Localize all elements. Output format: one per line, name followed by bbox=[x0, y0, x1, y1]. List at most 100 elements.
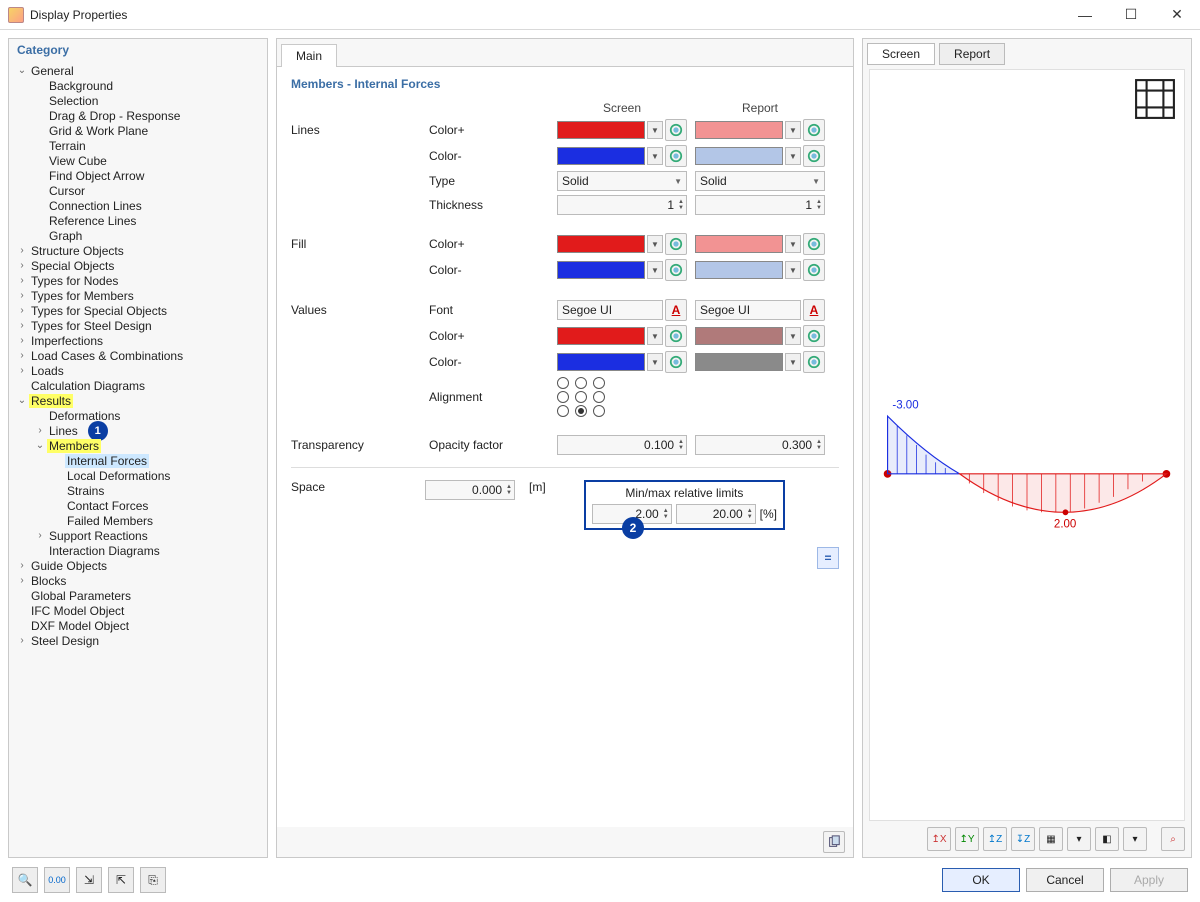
tree-item[interactable]: ·Connection Lines bbox=[9, 198, 267, 213]
search-icon[interactable]: 🔍 bbox=[12, 867, 38, 893]
ok-button[interactable]: OK bbox=[942, 868, 1020, 892]
color-picker-icon[interactable] bbox=[665, 145, 687, 167]
close-button[interactable]: ✕ bbox=[1154, 0, 1200, 30]
fill-report-color-plus[interactable] bbox=[695, 235, 783, 253]
view-neg-z-icon[interactable]: ↧Z bbox=[1011, 827, 1035, 851]
values-report-color-plus[interactable] bbox=[695, 327, 783, 345]
tree-item[interactable]: ›Support Reactions bbox=[9, 528, 267, 543]
tree-item[interactable]: ›Types for Special Objects bbox=[9, 303, 267, 318]
view-x-icon[interactable]: ↥X bbox=[927, 827, 951, 851]
cancel-button[interactable]: Cancel bbox=[1026, 868, 1104, 892]
copy-icon[interactable]: ⎘ bbox=[140, 867, 166, 893]
font-icon[interactable]: A bbox=[803, 299, 825, 321]
chevron-down-icon[interactable]: ▼ bbox=[647, 147, 663, 165]
tree-item[interactable]: ›Steel Design bbox=[9, 633, 267, 648]
font-icon[interactable]: A bbox=[665, 299, 687, 321]
iso-view-dropdown-icon[interactable]: ▾ bbox=[1067, 827, 1091, 851]
chevron-down-icon[interactable]: ▼ bbox=[785, 327, 801, 345]
tree-item[interactable]: ›Structure Objects bbox=[9, 243, 267, 258]
color-picker-icon[interactable] bbox=[665, 351, 687, 373]
color-picker-icon[interactable] bbox=[665, 233, 687, 255]
chevron-down-icon[interactable]: ▼ bbox=[785, 147, 801, 165]
lines-screen-color-plus[interactable] bbox=[557, 121, 645, 139]
values-screen-color-plus[interactable] bbox=[557, 327, 645, 345]
type-report-select[interactable]: Solid▼ bbox=[695, 171, 825, 191]
tree-item[interactable]: ·Background bbox=[9, 78, 267, 93]
opacity-screen-spin[interactable]: 0.100▲▼ bbox=[557, 435, 687, 455]
tree-item[interactable]: ›Imperfections bbox=[9, 333, 267, 348]
tree-item[interactable]: ·Grid & Work Plane bbox=[9, 123, 267, 138]
thickness-screen-spin[interactable]: 1▲▼ bbox=[557, 195, 687, 215]
chevron-down-icon[interactable]: ▼ bbox=[785, 235, 801, 253]
opacity-report-spin[interactable]: 0.300▲▼ bbox=[695, 435, 825, 455]
values-report-color-minus[interactable] bbox=[695, 353, 783, 371]
tree-item[interactable]: ›Lines1 bbox=[9, 423, 267, 438]
reset-view-icon[interactable]: ⌕ bbox=[1161, 827, 1185, 851]
tree-item[interactable]: ·Deformations bbox=[9, 408, 267, 423]
color-picker-icon[interactable] bbox=[803, 233, 825, 255]
values-screen-color-minus[interactable] bbox=[557, 353, 645, 371]
tree-item[interactable]: ·View Cube bbox=[9, 153, 267, 168]
tab-main[interactable]: Main bbox=[281, 44, 337, 67]
chevron-down-icon[interactable]: ▼ bbox=[785, 261, 801, 279]
tree-item[interactable]: ⌄Members bbox=[9, 438, 267, 453]
tree-item[interactable]: ⌄General bbox=[9, 63, 267, 78]
category-tree[interactable]: ⌄General·Background·Selection·Drag & Dro… bbox=[9, 61, 267, 857]
iso-view-icon[interactable]: ▦ bbox=[1039, 827, 1063, 851]
tree-item[interactable]: ·Global Parameters bbox=[9, 588, 267, 603]
tree-item[interactable]: ·Local Deformations bbox=[9, 468, 267, 483]
fill-screen-color-minus[interactable] bbox=[557, 261, 645, 279]
tree-item[interactable]: ·DXF Model Object bbox=[9, 618, 267, 633]
export-icon[interactable]: ⇱ bbox=[108, 867, 134, 893]
minimize-button[interactable]: — bbox=[1062, 0, 1108, 30]
tree-item[interactable]: ›Types for Steel Design bbox=[9, 318, 267, 333]
chevron-down-icon[interactable]: ▼ bbox=[647, 353, 663, 371]
color-picker-icon[interactable] bbox=[803, 259, 825, 281]
fill-screen-color-plus[interactable] bbox=[557, 235, 645, 253]
alignment-grid[interactable] bbox=[557, 377, 825, 417]
tree-item[interactable]: ›Special Objects bbox=[9, 258, 267, 273]
lines-screen-color-minus[interactable] bbox=[557, 147, 645, 165]
chevron-down-icon[interactable]: ▼ bbox=[647, 327, 663, 345]
font-report-select[interactable]: Segoe UI bbox=[695, 300, 801, 320]
chevron-down-icon[interactable]: ▼ bbox=[647, 261, 663, 279]
color-picker-icon[interactable] bbox=[803, 119, 825, 141]
import-icon[interactable]: ⇲ bbox=[76, 867, 102, 893]
color-picker-icon[interactable] bbox=[665, 119, 687, 141]
chevron-down-icon[interactable]: ▼ bbox=[647, 235, 663, 253]
color-picker-icon[interactable] bbox=[803, 145, 825, 167]
tree-item[interactable]: ·Calculation Diagrams bbox=[9, 378, 267, 393]
equals-button[interactable]: = bbox=[817, 547, 839, 569]
view-z-icon[interactable]: ↥Z bbox=[983, 827, 1007, 851]
lines-report-color-plus[interactable] bbox=[695, 121, 783, 139]
tree-item[interactable]: ·Graph bbox=[9, 228, 267, 243]
tree-item[interactable]: ·Find Object Arrow bbox=[9, 168, 267, 183]
fill-report-color-minus[interactable] bbox=[695, 261, 783, 279]
apply-button[interactable]: Apply bbox=[1110, 868, 1188, 892]
lines-report-color-minus[interactable] bbox=[695, 147, 783, 165]
tree-item[interactable]: ·Failed Members bbox=[9, 513, 267, 528]
color-picker-icon[interactable] bbox=[803, 325, 825, 347]
chevron-down-icon[interactable]: ▼ bbox=[647, 121, 663, 139]
tree-item[interactable]: ·Selection bbox=[9, 93, 267, 108]
preview-tab-report[interactable]: Report bbox=[939, 43, 1005, 65]
units-icon[interactable]: 0.00 bbox=[44, 867, 70, 893]
tree-item[interactable]: ·Strains bbox=[9, 483, 267, 498]
color-picker-icon[interactable] bbox=[803, 351, 825, 373]
tree-item[interactable]: ·Drag & Drop - Response bbox=[9, 108, 267, 123]
tree-item[interactable]: ›Load Cases & Combinations bbox=[9, 348, 267, 363]
tree-item[interactable]: ›Types for Nodes bbox=[9, 273, 267, 288]
tree-item[interactable]: ·IFC Model Object bbox=[9, 603, 267, 618]
tree-item[interactable]: ·Reference Lines bbox=[9, 213, 267, 228]
color-picker-icon[interactable] bbox=[665, 325, 687, 347]
space-spin[interactable]: 0.000▲▼ bbox=[425, 480, 515, 500]
tree-item[interactable]: ·Terrain bbox=[9, 138, 267, 153]
tree-item[interactable]: ›Blocks bbox=[9, 573, 267, 588]
limits-max-spin[interactable]: 20.00▲▼ bbox=[676, 504, 756, 524]
color-picker-icon[interactable] bbox=[665, 259, 687, 281]
copy-settings-icon[interactable] bbox=[823, 831, 845, 853]
chevron-down-icon[interactable]: ▼ bbox=[785, 121, 801, 139]
tree-item[interactable]: ⌄Results bbox=[9, 393, 267, 408]
cube-view-icon[interactable]: ◧ bbox=[1095, 827, 1119, 851]
type-screen-select[interactable]: Solid▼ bbox=[557, 171, 687, 191]
